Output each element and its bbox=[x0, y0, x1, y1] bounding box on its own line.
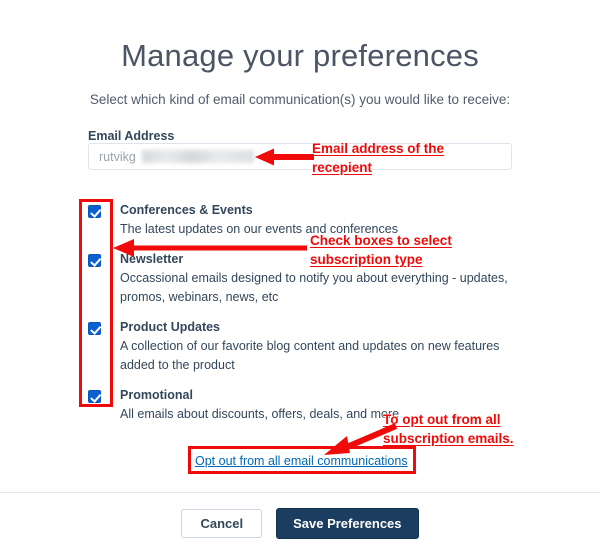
list-item[interactable]: Newsletter Occassional emails designed t… bbox=[0, 251, 600, 307]
email-address-input[interactable] bbox=[88, 143, 512, 170]
preference-list: Conferences & Events The latest updates … bbox=[0, 202, 600, 436]
checkbox-conferences-events[interactable] bbox=[88, 205, 101, 218]
page-title: Manage your preferences bbox=[121, 38, 479, 73]
checkbox-promotional[interactable] bbox=[88, 390, 101, 403]
checkbox-newsletter[interactable] bbox=[88, 254, 101, 267]
list-item-description: Occassional emails designed to notify yo… bbox=[120, 271, 508, 304]
email-address-label: Email Address bbox=[88, 129, 175, 143]
list-item[interactable]: Product Updates A collection of our favo… bbox=[0, 319, 600, 375]
cancel-button[interactable]: Cancel bbox=[181, 509, 263, 538]
list-item-description: The latest updates on our events and con… bbox=[120, 222, 398, 236]
list-item-title: Newsletter bbox=[120, 252, 184, 266]
footer-divider bbox=[0, 492, 600, 493]
list-item[interactable]: Promotional All emails about discounts, … bbox=[0, 387, 600, 424]
list-item[interactable]: Conferences & Events The latest updates … bbox=[0, 202, 600, 239]
list-item-description: A collection of our favorite blog conten… bbox=[120, 339, 500, 372]
checkbox-product-updates[interactable] bbox=[88, 322, 101, 335]
preferences-page: Manage your preferences Select which kin… bbox=[0, 0, 600, 554]
save-preferences-button[interactable]: Save Preferences bbox=[276, 508, 419, 539]
page-subtitle: Select which kind of email communication… bbox=[89, 92, 511, 107]
footer-actions: Cancel Save Preferences bbox=[0, 508, 600, 539]
opt-out-link[interactable]: Opt out from all email communications bbox=[195, 453, 408, 469]
list-item-title: Promotional bbox=[120, 388, 193, 402]
list-item-title: Product Updates bbox=[120, 320, 221, 334]
list-item-title: Conferences & Events bbox=[120, 203, 253, 217]
list-item-description: All emails about discounts, offers, deal… bbox=[120, 407, 400, 421]
